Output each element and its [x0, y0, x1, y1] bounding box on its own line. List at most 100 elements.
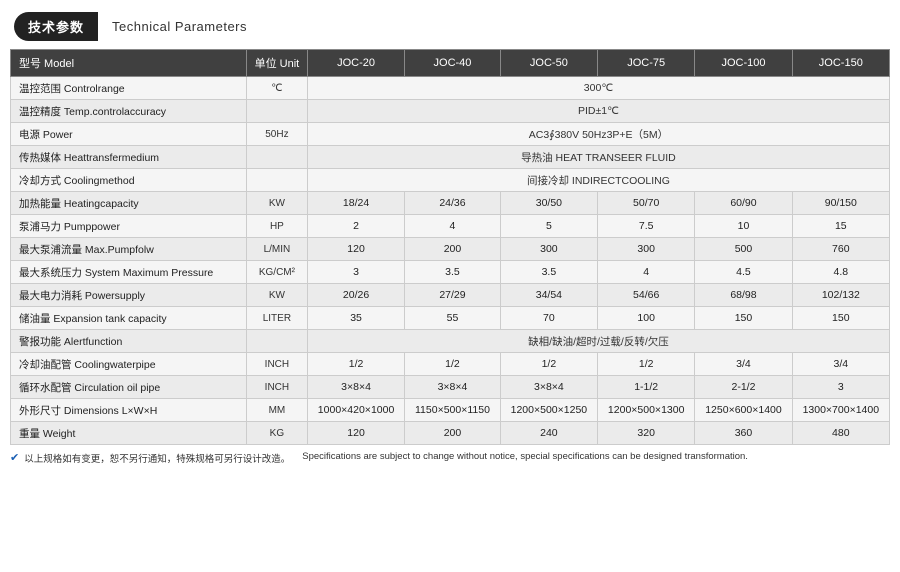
footer-en-text: Specifications are subject to change wit…: [302, 451, 748, 462]
row-value: 54/66: [598, 284, 695, 307]
table-row: 最大泵浦流量 Max.PumpfolwL/MIN1202003003005007…: [11, 238, 890, 261]
row-value: 3: [792, 376, 889, 399]
row-label: 最大系统压力 System Maximum Pressure: [11, 261, 247, 284]
row-value: 1/2: [598, 353, 695, 376]
row-value: 200: [405, 238, 501, 261]
row-unit: KW: [246, 284, 307, 307]
table-row: 重量 WeightKG120200240320360480: [11, 422, 890, 445]
table-header-row: 型号 Model 单位 Unit JOC-20 JOC-40 JOC-50 JO…: [11, 50, 890, 77]
row-merged-value: 300℃: [307, 77, 889, 100]
col-joc20: JOC-20: [307, 50, 404, 77]
row-unit: LITER: [246, 307, 307, 330]
row-value: 4.8: [792, 261, 889, 284]
row-value: 360: [695, 422, 792, 445]
row-value: 3/4: [695, 353, 792, 376]
row-unit: KG: [246, 422, 307, 445]
row-value: 1/2: [500, 353, 597, 376]
row-value: 50/70: [598, 192, 695, 215]
table-row: 电源 Power50HzAC3∮380V 50Hz3P+E（5M）: [11, 123, 890, 146]
row-value: 102/132: [792, 284, 889, 307]
row-value: 34/54: [500, 284, 597, 307]
table-row: 传热媒体 Heattransfermedium导热油 HEAT TRANSEER…: [11, 146, 890, 169]
row-merged-value: AC3∮380V 50Hz3P+E（5M）: [307, 123, 889, 146]
row-unit: L/MIN: [246, 238, 307, 261]
row-value: 3/4: [792, 353, 889, 376]
row-value: 2: [307, 215, 404, 238]
row-value: 300: [598, 238, 695, 261]
header-title: Technical Parameters: [112, 19, 247, 34]
row-value: 100: [598, 307, 695, 330]
row-value: 1/2: [307, 353, 404, 376]
row-value: 3.5: [500, 261, 597, 284]
table-row: 警报功能 Alertfunction 缺相/缺油/超时/过载/反转/欠压: [11, 330, 890, 353]
table-row: 循环水配管 Circulation oil pipeINCH3×8×43×8×4…: [11, 376, 890, 399]
check-icon: ✔: [10, 451, 19, 464]
row-value: 35: [307, 307, 404, 330]
row-value: 300: [500, 238, 597, 261]
row-label: 警报功能 Alertfunction: [11, 330, 247, 353]
row-value: 120: [307, 238, 404, 261]
row-merged-value: PID±1℃: [307, 100, 889, 123]
row-value: 3: [307, 261, 404, 284]
row-value: 4.5: [695, 261, 792, 284]
row-unit: HP: [246, 215, 307, 238]
row-unit: [246, 169, 307, 192]
row-value: 3.5: [405, 261, 501, 284]
table-row: 温控范围 Controlrange℃300℃: [11, 77, 890, 100]
row-unit: 50Hz: [246, 123, 307, 146]
row-value: 7.5: [598, 215, 695, 238]
row-unit: INCH: [246, 353, 307, 376]
row-value: 320: [598, 422, 695, 445]
row-value: 3×8×4: [405, 376, 501, 399]
row-label: 最大电力消耗 Powersupply: [11, 284, 247, 307]
row-value: 1/2: [405, 353, 501, 376]
table-row: 泵浦马力 PumppowerHP2457.51015: [11, 215, 890, 238]
row-value: 60/90: [695, 192, 792, 215]
row-label: 外形尺寸 Dimensions L×W×H: [11, 399, 247, 422]
row-label: 储油量 Expansion tank capacity: [11, 307, 247, 330]
row-value: 240: [500, 422, 597, 445]
row-value: 4: [405, 215, 501, 238]
row-value: 1300×700×1400: [792, 399, 889, 422]
table-row: 冷却方式 Coolingmethod间接冷却 INDIRECTCOOLING: [11, 169, 890, 192]
row-merged-value: 缺相/缺油/超时/过载/反转/欠压: [307, 330, 889, 353]
col-joc75: JOC-75: [598, 50, 695, 77]
row-value: 18/24: [307, 192, 404, 215]
page-header: 技术参数 Technical Parameters: [14, 12, 886, 41]
row-value: 200: [405, 422, 501, 445]
row-value: 480: [792, 422, 889, 445]
row-unit: KG/CM²: [246, 261, 307, 284]
row-value: 70: [500, 307, 597, 330]
parameters-table: 型号 Model 单位 Unit JOC-20 JOC-40 JOC-50 JO…: [10, 49, 890, 445]
row-unit: ℃: [246, 77, 307, 100]
table-row: 储油量 Expansion tank capacityLITER35557010…: [11, 307, 890, 330]
col-joc50: JOC-50: [500, 50, 597, 77]
table-row: 最大电力消耗 PowersupplyKW20/2627/2934/5454/66…: [11, 284, 890, 307]
table-row: 冷却油配管 CoolingwaterpipeINCH1/21/21/21/23/…: [11, 353, 890, 376]
header-badge: 技术参数: [14, 12, 98, 41]
row-label: 最大泵浦流量 Max.Pumpfolw: [11, 238, 247, 261]
row-value: 30/50: [500, 192, 597, 215]
row-value: 1200×500×1250: [500, 399, 597, 422]
row-label: 泵浦马力 Pumppower: [11, 215, 247, 238]
row-label: 重量 Weight: [11, 422, 247, 445]
row-value: 27/29: [405, 284, 501, 307]
row-value: 760: [792, 238, 889, 261]
row-unit: [246, 330, 307, 353]
footer: ✔ 以上规格如有变更，恕不另行通知，特殊规格可另行设计改造。 Specifica…: [10, 451, 890, 465]
row-unit: [246, 100, 307, 123]
row-value: 500: [695, 238, 792, 261]
row-label: 温控精度 Temp.controlaccuracy: [11, 100, 247, 123]
table-row: 外形尺寸 Dimensions L×W×HMM1000×420×10001150…: [11, 399, 890, 422]
row-unit: KW: [246, 192, 307, 215]
row-value: 120: [307, 422, 404, 445]
row-label: 电源 Power: [11, 123, 247, 146]
table-row: 最大系统压力 System Maximum PressureKG/CM²33.5…: [11, 261, 890, 284]
row-value: 150: [792, 307, 889, 330]
row-unit: MM: [246, 399, 307, 422]
row-unit: [246, 146, 307, 169]
row-value: 10: [695, 215, 792, 238]
row-unit: INCH: [246, 376, 307, 399]
table-wrapper: 型号 Model 单位 Unit JOC-20 JOC-40 JOC-50 JO…: [10, 49, 890, 445]
row-value: 90/150: [792, 192, 889, 215]
